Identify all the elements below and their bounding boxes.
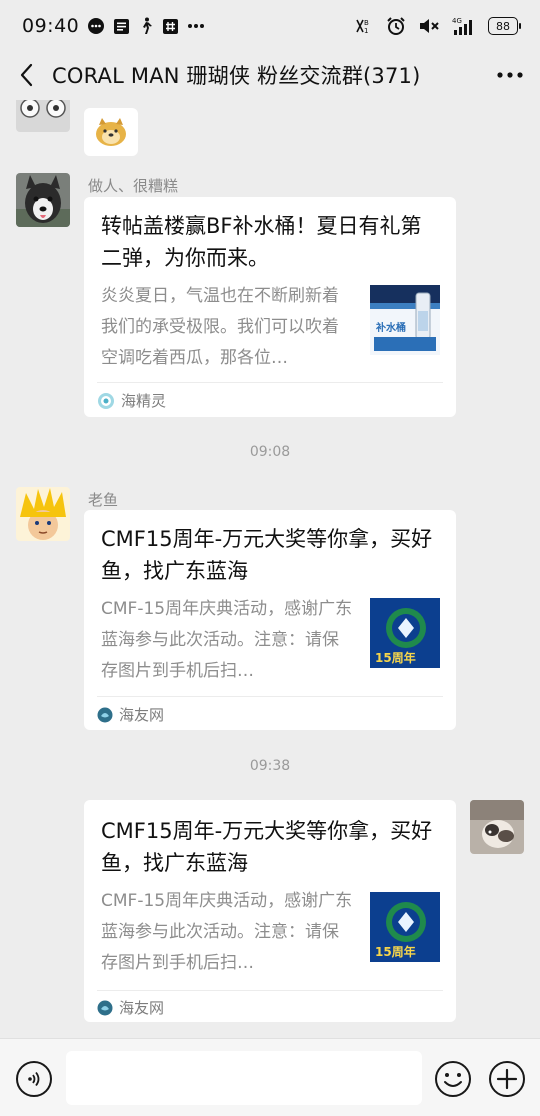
- emoji-icon: [435, 1061, 471, 1097]
- card-thumbnail-text: 15周年: [375, 650, 416, 665]
- avatar-self[interactable]: [470, 800, 524, 854]
- card-source: 海友网: [97, 997, 164, 1018]
- link-card-message[interactable]: 转帖盖楼赢BF补水桶！夏日有礼第二弹，为你而来。 炎炎夏日，气温也在不断刷新着我…: [84, 197, 456, 417]
- input-bar: [0, 1038, 540, 1116]
- sticker-message[interactable]: [84, 108, 138, 156]
- voice-icon: [28, 1071, 40, 1087]
- card-description: CMF-15周年庆典活动，感谢广东蓝海参与此次活动。注意：请保存图片到手机后扫…: [101, 599, 353, 681]
- chat-header: CORAL MAN 珊瑚侠 粉丝交流群(371): [0, 52, 540, 98]
- chat-title: CORAL MAN 珊瑚侠 粉丝交流群(371): [52, 64, 421, 88]
- voice-button[interactable]: [16, 1061, 52, 1097]
- card-source-name: 海友网: [119, 706, 165, 724]
- document-notification-icon: [113, 18, 130, 35]
- more-functions-button[interactable]: [488, 1060, 526, 1098]
- hashtag-notification-icon: [162, 18, 179, 35]
- signal-icon: 4G: [452, 16, 476, 36]
- avatar[interactable]: [16, 173, 70, 227]
- card-title: CMF15周年-万元大奖等你拿，买好鱼，找广东蓝海: [101, 819, 433, 875]
- avatar[interactable]: [16, 487, 70, 541]
- plus-icon: [489, 1061, 525, 1097]
- card-source-name: 海精灵: [121, 392, 167, 410]
- doge-sticker-icon: [96, 118, 126, 146]
- alarm-icon: [386, 16, 406, 36]
- emoji-button[interactable]: [434, 1060, 472, 1098]
- walking-icon: [138, 17, 154, 35]
- card-source: 海友网: [97, 704, 164, 725]
- svg-text:4G: 4G: [452, 17, 462, 25]
- card-description: 炎炎夏日，气温也在不断刷新着我们的承受极限。我们可以吹着空调吃着西瓜，那各位…: [101, 286, 339, 368]
- card-thumbnail-text: 15周年: [375, 944, 416, 959]
- card-source: 海精灵: [97, 390, 166, 411]
- nfc-icon: B1: [354, 17, 374, 35]
- message-list[interactable]: 做人、很糟糕 转帖盖楼赢BF补水桶！夏日有礼第二弹，为你而来。 炎炎夏日，气温也…: [0, 100, 540, 1038]
- card-title: 转帖盖楼赢BF补水桶！夏日有礼第二弹，为你而来。: [101, 214, 422, 270]
- link-card-message[interactable]: CMF15周年-万元大奖等你拿，买好鱼，找广东蓝海 CMF-15周年庆典活动，感…: [84, 510, 456, 730]
- timestamp: 09:38: [249, 758, 291, 774]
- timestamp: 09:08: [249, 444, 291, 460]
- card-source-name: 海友网: [119, 999, 165, 1017]
- card-divider: [97, 990, 443, 991]
- card-divider: [97, 382, 443, 383]
- chat-notification-icon: [87, 17, 105, 35]
- card-thumbnail: 15周年: [370, 892, 440, 962]
- more-notifications-icon: [187, 23, 205, 29]
- svg-text:B: B: [364, 19, 369, 27]
- message-input[interactable]: [66, 1051, 422, 1105]
- source-logo-icon: [97, 707, 113, 722]
- sender-name: 老鱼: [88, 491, 119, 509]
- card-thumbnail-text: 补水桶: [375, 321, 406, 334]
- card-thumbnail: 补水桶: [370, 285, 440, 355]
- back-button[interactable]: [0, 52, 52, 98]
- card-title: CMF15周年-万元大奖等你拿，买好鱼，找广东蓝海: [101, 527, 433, 583]
- card-thumbnail: 15周年: [370, 598, 440, 668]
- chevron-left-icon: [20, 63, 33, 87]
- battery-indicator: 88: [488, 17, 521, 35]
- more-button[interactable]: [480, 52, 540, 98]
- source-logo-icon: [98, 392, 114, 409]
- avatar[interactable]: [16, 100, 70, 132]
- status-bar: 09:40 B1 4G 88: [0, 0, 540, 52]
- link-card-message[interactable]: CMF15周年-万元大奖等你拿，买好鱼，找广东蓝海 CMF-15周年庆典活动，感…: [84, 800, 456, 1022]
- svg-text:1: 1: [364, 27, 368, 35]
- card-description: CMF-15周年庆典活动，感谢广东蓝海参与此次活动。注意：请保存图片到手机后扫…: [101, 891, 353, 973]
- mute-icon: [418, 17, 440, 35]
- card-divider: [97, 696, 443, 697]
- more-icon: [497, 72, 523, 78]
- sender-name: 做人、很糟糕: [88, 177, 179, 195]
- status-time: 09:40: [22, 15, 80, 37]
- source-logo-icon: [97, 1000, 113, 1015]
